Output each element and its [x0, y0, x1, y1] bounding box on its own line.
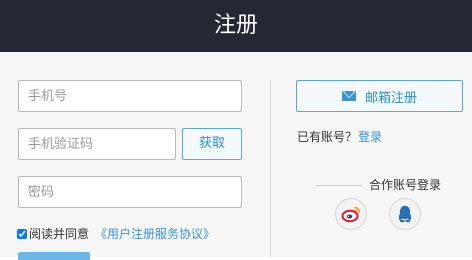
- weibo-login-button[interactable]: [335, 198, 367, 230]
- partner-divider-line: [316, 185, 362, 186]
- partner-login-title: 合作账号登录: [369, 178, 442, 192]
- agree-label: 阅读并同意: [29, 227, 90, 241]
- qq-icon: [398, 205, 412, 223]
- verification-code-input[interactable]: [18, 128, 176, 160]
- get-code-button[interactable]: 获取: [182, 128, 242, 160]
- password-input[interactable]: [18, 176, 242, 208]
- page-title: 注册: [213, 13, 258, 38]
- phone-input[interactable]: [18, 80, 242, 112]
- user-agreement-link[interactable]: 《用户注册服务协议》: [95, 227, 215, 241]
- agreement-row: 阅读并同意 《用户注册服务协议》: [17, 226, 215, 242]
- weibo-icon: [341, 206, 361, 223]
- email-register-button[interactable]: 邮箱注册: [296, 80, 463, 112]
- have-account-row: 已有账号？登录: [297, 129, 382, 145]
- vertical-divider: [270, 80, 271, 257]
- mail-icon: [341, 91, 356, 101]
- email-register-label: 邮箱注册: [364, 90, 417, 106]
- qq-login-button[interactable]: [389, 198, 421, 230]
- agree-checkbox[interactable]: [17, 229, 27, 239]
- login-link[interactable]: 登录: [358, 130, 382, 144]
- have-account-text: 已有账号？: [297, 130, 358, 144]
- register-submit-button[interactable]: [18, 252, 90, 260]
